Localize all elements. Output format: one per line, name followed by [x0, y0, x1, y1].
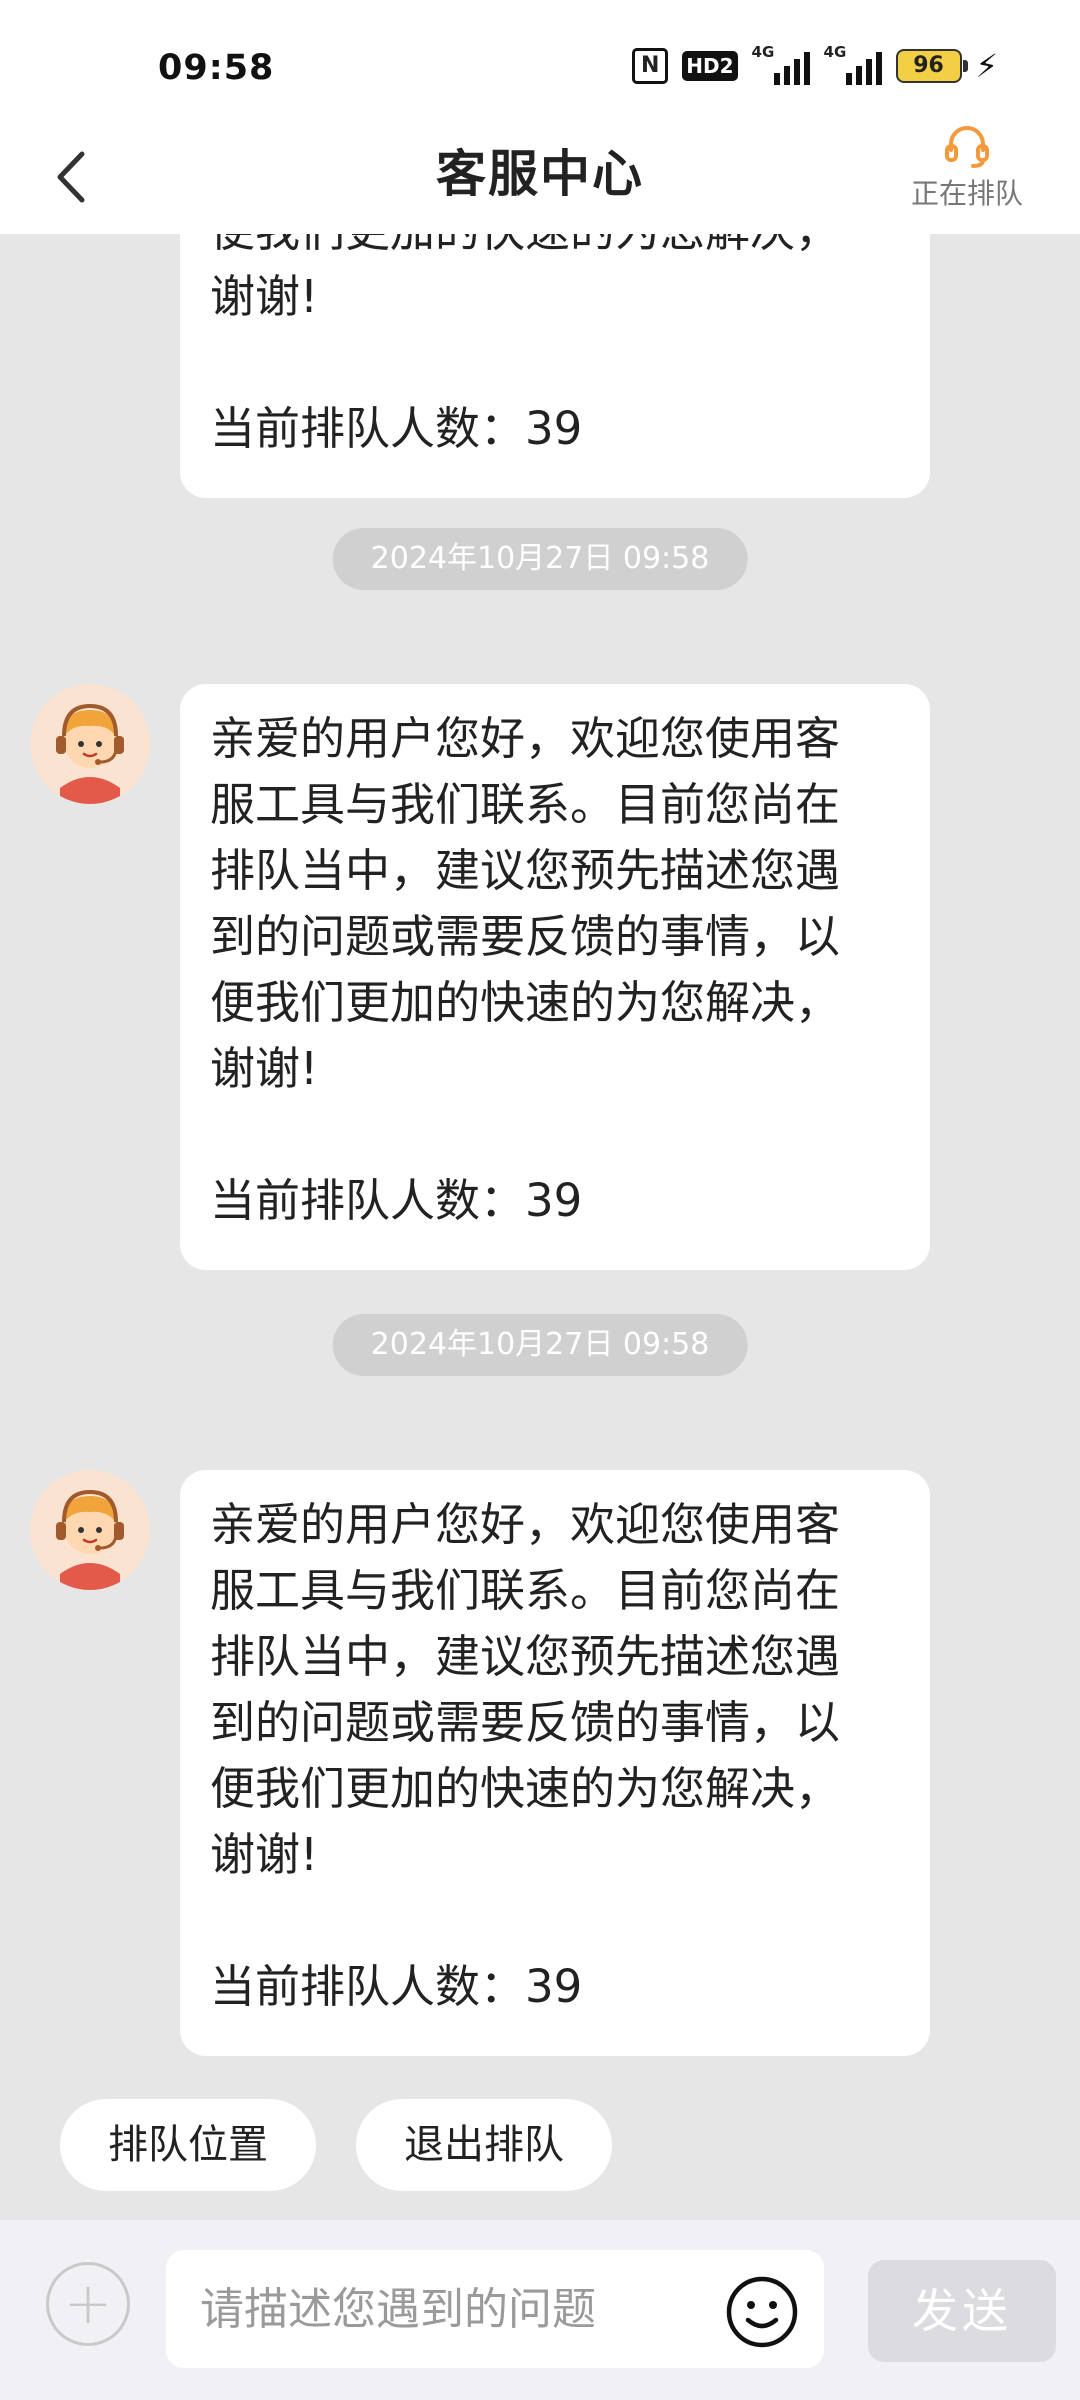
message-bubble: 便我们更加的快速的为您解决， 谢谢! 当前排队人数：39 — [180, 234, 930, 498]
queue-position-button[interactable]: 排队位置 — [60, 2099, 316, 2191]
message-input-container — [166, 2250, 824, 2368]
signal-icon-sim1: 4G — [752, 43, 810, 85]
message-bubble: 亲爱的用户您好，欢迎您使用客 服工具与我们联系。目前您尚在 排队当中，建议您预先… — [180, 1470, 930, 2056]
message-text: 亲爱的用户您好，欢迎您使用客 服工具与我们联系。目前您尚在 排队当中，建议您预先… — [210, 1498, 841, 1881]
message-text: 亲爱的用户您好，欢迎您使用客 服工具与我们联系。目前您尚在 排队当中，建议您预先… — [210, 712, 841, 1095]
emoji-button[interactable] — [724, 2274, 800, 2350]
queue-count-text: 当前排队人数：39 — [210, 1960, 583, 2013]
agent-avatar-icon — [30, 684, 150, 804]
message-timestamp: 2024年10月27日 09:58 — [332, 1314, 748, 1376]
queue-status-label: 正在排队 — [910, 177, 1023, 210]
send-button[interactable]: 发送 — [868, 2260, 1056, 2362]
headset-icon — [945, 126, 989, 168]
more-options-button[interactable]: + — [46, 2262, 130, 2346]
chat-message-list[interactable]: 便我们更加的快速的为您解决， 谢谢! 当前排队人数：39 2024年10月27日… — [0, 234, 1080, 2220]
agent-avatar[interactable] — [30, 1470, 150, 1590]
network-type-label: 4G — [751, 43, 775, 61]
message-input-bar: + 发送 — [0, 2220, 1080, 2400]
queue-count-text: 当前排队人数：39 — [210, 1174, 583, 1227]
message-input[interactable] — [200, 2250, 720, 2368]
message-bubble: 亲爱的用户您好，欢迎您使用客 服工具与我们联系。目前您尚在 排队当中，建议您预先… — [180, 684, 930, 1270]
agent-avatar[interactable] — [30, 684, 150, 804]
queue-count-text: 当前排队人数：39 — [210, 402, 583, 455]
signal-icon-sim2: 4G — [824, 43, 882, 85]
plus-icon: + — [63, 2269, 113, 2337]
message-timestamp: 2024年10月27日 09:58 — [332, 528, 748, 590]
status-time: 09:58 — [158, 48, 275, 88]
status-icons: N HD2 4G 4G 96 ⚡︎ — [632, 43, 998, 86]
app-header: 客服中心 正在排队 — [0, 120, 1080, 234]
smiley-icon — [726, 2276, 798, 2348]
quick-action-row: 排队位置 退出排队 — [60, 2099, 612, 2191]
status-bar: 09:58 N HD2 4G 4G 96 ⚡︎ — [0, 0, 1080, 120]
queue-status-button[interactable]: 正在排队 — [902, 122, 1032, 212]
battery-icon: 96 — [895, 49, 968, 83]
nfc-icon: N — [632, 48, 669, 84]
hd-voice-icon: HD2 — [682, 51, 738, 81]
network-type-label: 4G — [823, 43, 847, 61]
exit-queue-button[interactable]: 退出排队 — [356, 2099, 612, 2191]
message-text: 便我们更加的快速的为您解决， 谢谢! — [210, 234, 840, 323]
agent-avatar-icon — [30, 1470, 150, 1590]
charging-bolt-icon: ⚡︎ — [975, 47, 998, 85]
